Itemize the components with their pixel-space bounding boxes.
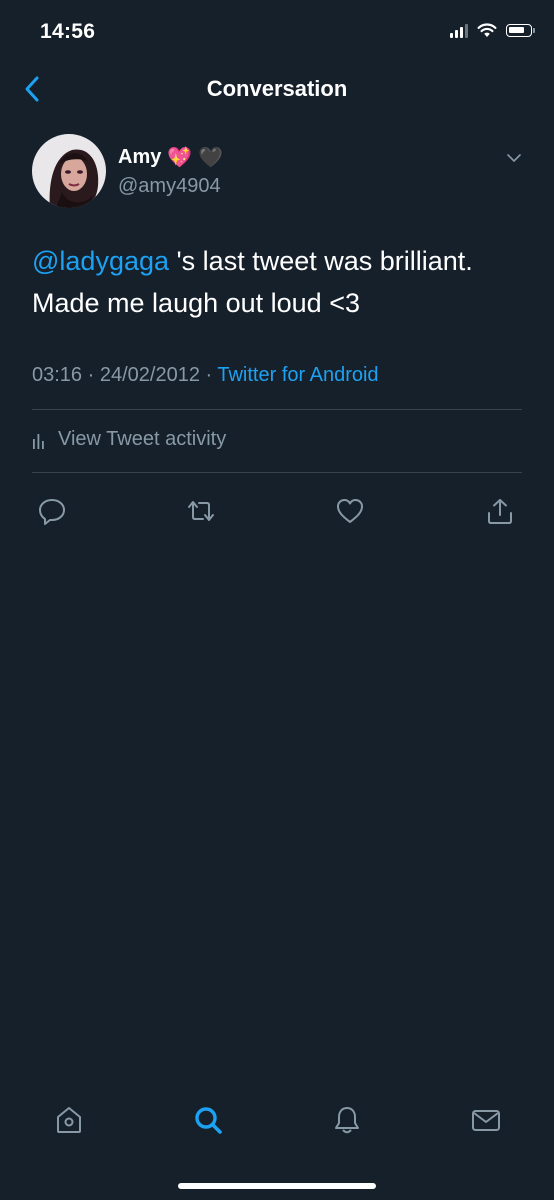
search-icon[interactable]: [192, 1104, 224, 1136]
tab-bar: [0, 1098, 554, 1148]
activity-label: View Tweet activity: [58, 428, 227, 450]
status-icons: [450, 22, 535, 38]
tweet-time: 03:16: [32, 364, 83, 386]
retweet-icon[interactable]: [186, 496, 216, 526]
avatar-image: [32, 134, 106, 208]
avatar[interactable]: [32, 134, 106, 208]
wifi-icon: [477, 22, 497, 37]
mention-link[interactable]: @ladygaga: [32, 246, 169, 276]
page-title: Conversation: [206, 76, 348, 101]
like-icon[interactable]: [335, 496, 365, 526]
tweet-action-bar: [0, 496, 554, 530]
messages-icon[interactable]: [470, 1104, 502, 1136]
notifications-icon[interactable]: [331, 1104, 363, 1136]
author-handle[interactable]: @amy4904: [118, 175, 221, 198]
status-bar: 14:56: [0, 0, 554, 66]
meta-separator: ·: [199, 364, 218, 386]
tweet-text: @ladygaga 's last tweet was brilliant. M…: [32, 240, 522, 324]
reply-icon[interactable]: [37, 496, 67, 526]
share-icon[interactable]: [485, 496, 515, 526]
bar-chart-icon: [33, 433, 44, 449]
tweet-source-link[interactable]: Twitter for Android: [217, 364, 378, 386]
tweet-meta: 03:16 · 24/02/2012 · Twitter for Android: [32, 364, 379, 387]
author-name-row[interactable]: Amy 💖 🖤: [118, 146, 223, 169]
meta-separator: ·: [82, 364, 100, 386]
status-time: 14:56: [40, 20, 96, 43]
home-indicator[interactable]: [178, 1183, 376, 1189]
black-heart-emoji: 🖤: [198, 146, 224, 169]
sparkling-heart-emoji: 💖: [167, 146, 193, 169]
divider: [32, 409, 522, 410]
home-icon[interactable]: [53, 1104, 85, 1136]
navigation-bar: Conversation: [0, 66, 554, 112]
chevron-down-icon[interactable]: [506, 152, 522, 164]
author-name: Amy: [118, 146, 162, 168]
battery-icon: [506, 23, 535, 37]
signal-icon: [450, 22, 468, 38]
divider: [32, 472, 522, 473]
tweet-date: 24/02/2012: [99, 364, 200, 386]
tweet-header: Amy 💖 🖤 @amy4904: [32, 134, 522, 210]
view-tweet-activity-button[interactable]: View Tweet activity: [32, 428, 226, 451]
